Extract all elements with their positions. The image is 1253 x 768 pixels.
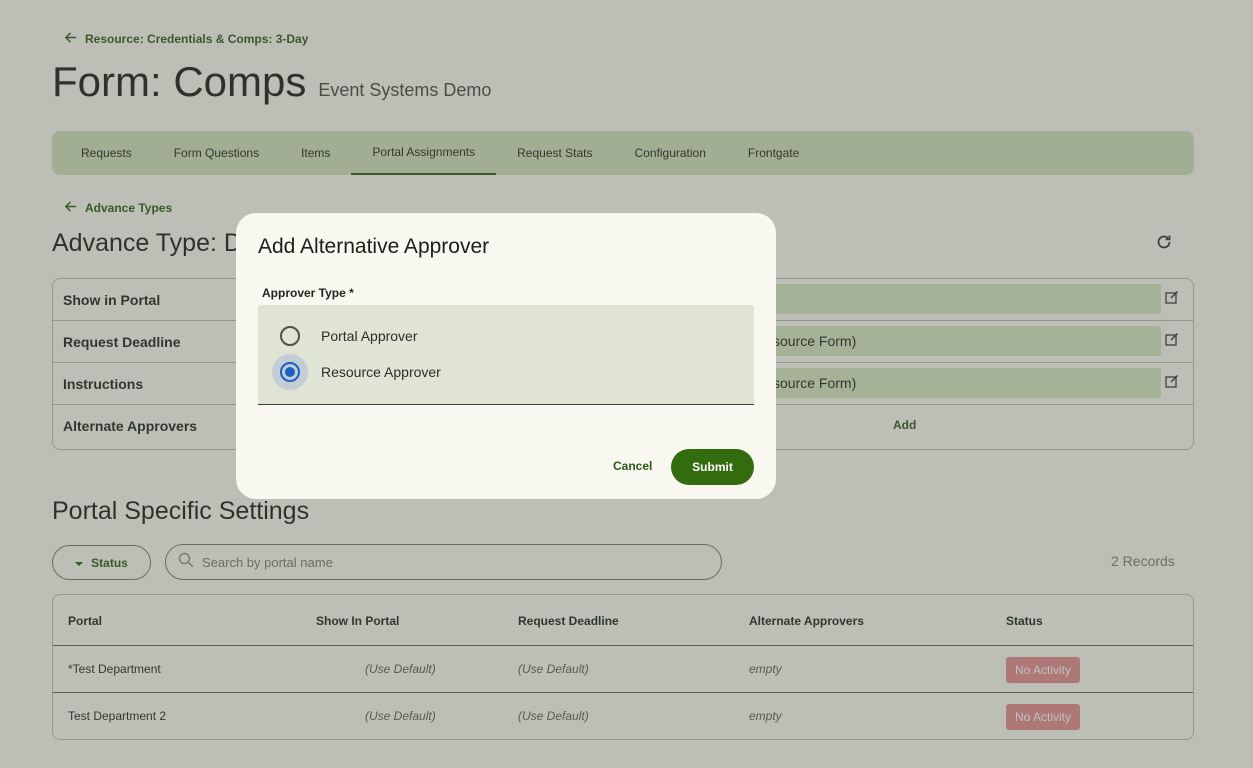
cancel-button[interactable]: Cancel — [613, 459, 652, 473]
radio-button[interactable] — [272, 318, 308, 354]
radio-dot — [285, 367, 295, 377]
radio-button[interactable] — [272, 354, 308, 390]
radio-label: Portal Approver — [321, 328, 418, 344]
radio-selected-icon — [280, 362, 300, 382]
add-approver-dialog: Add Alternative Approver Approver Type *… — [236, 213, 776, 499]
radio-resource-approver[interactable]: Resource Approver — [272, 354, 441, 390]
radio-label: Resource Approver — [321, 364, 441, 380]
submit-button[interactable]: Submit — [671, 449, 754, 485]
radio-portal-approver[interactable]: Portal Approver — [272, 318, 418, 354]
approver-type-radio-group: Portal Approver Resource Approver — [258, 305, 754, 405]
dialog-title: Add Alternative Approver — [258, 235, 490, 258]
radio-unselected-icon — [280, 326, 300, 346]
approver-type-label: Approver Type * — [262, 286, 354, 300]
